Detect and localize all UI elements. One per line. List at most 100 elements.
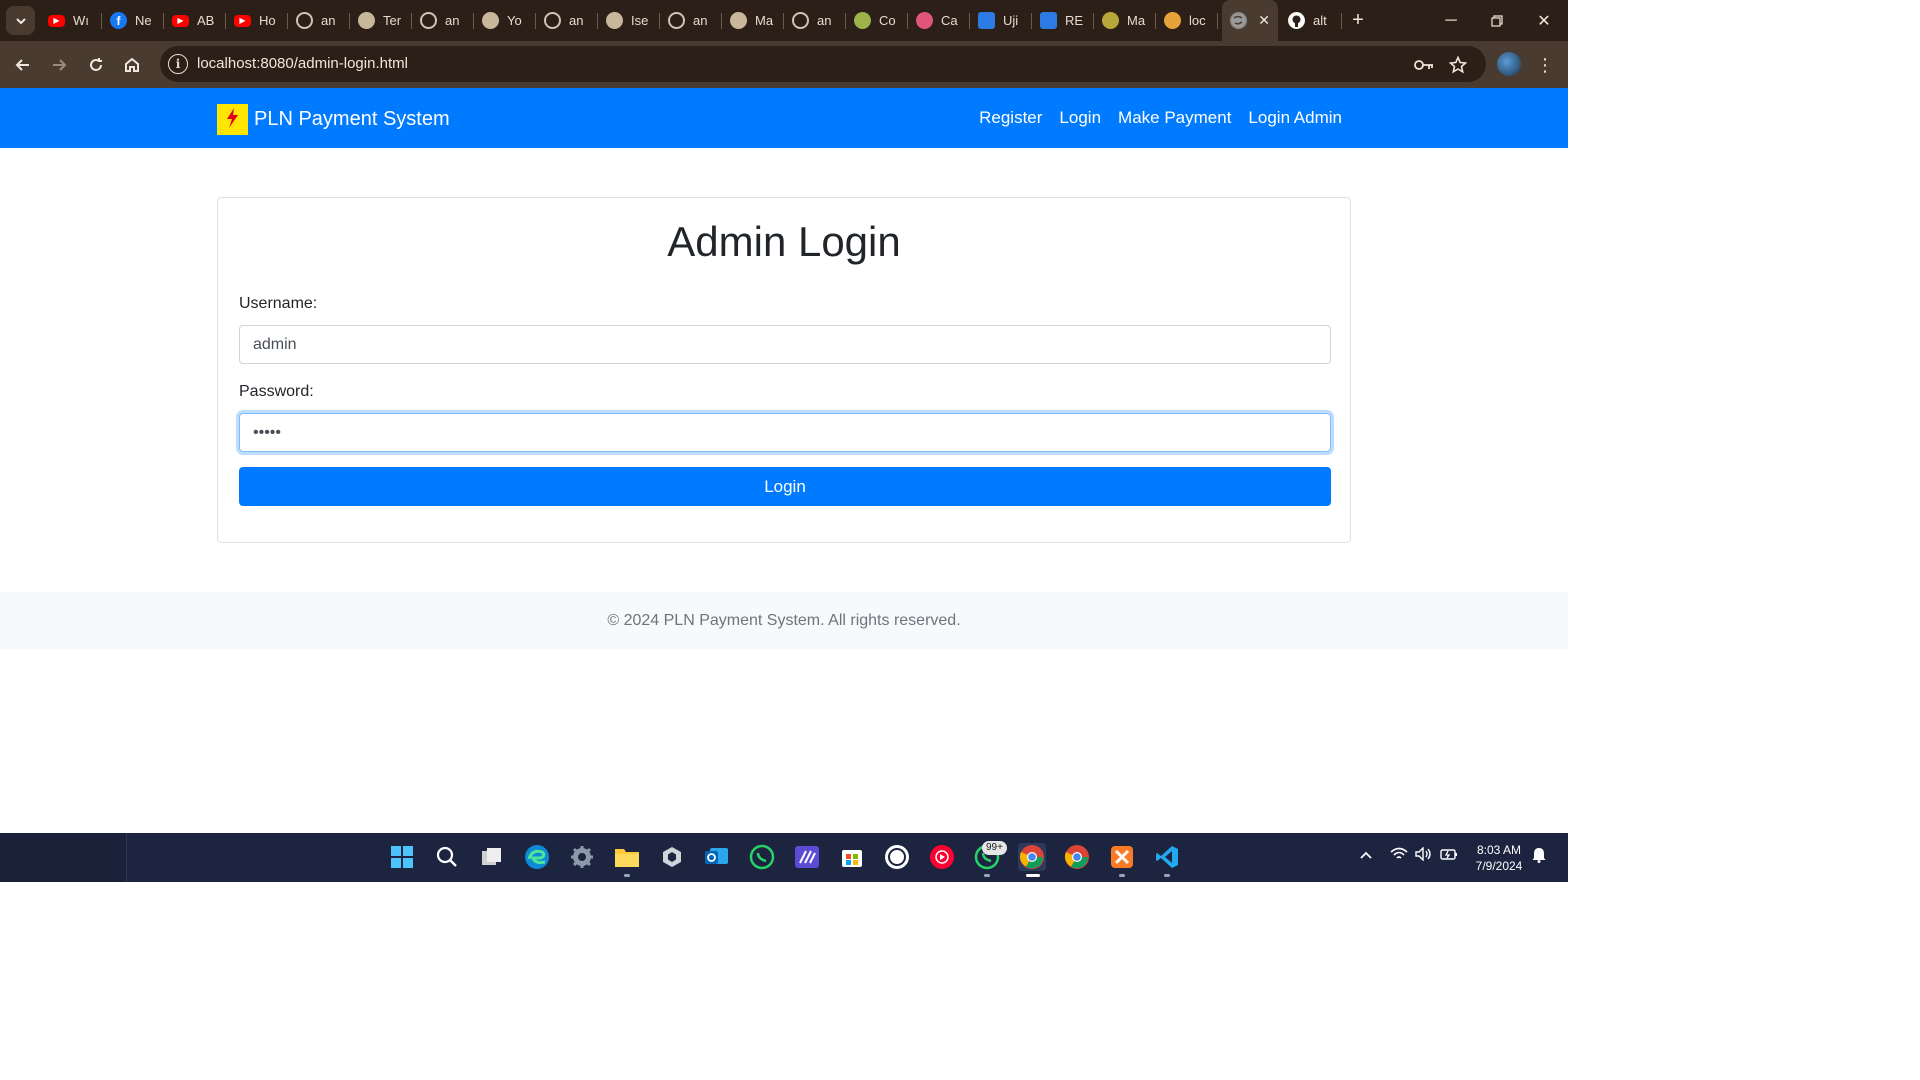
site-icon bbox=[606, 12, 623, 29]
tab-title: RE bbox=[1065, 13, 1084, 28]
copyright-text: © 2024 PLN Payment System. All rights re… bbox=[607, 611, 961, 629]
back-button[interactable] bbox=[9, 51, 37, 79]
search-icon[interactable] bbox=[433, 843, 461, 871]
close-window-button[interactable]: ✕ bbox=[1521, 0, 1567, 41]
globe-icon bbox=[1230, 12, 1247, 29]
notes-app-icon[interactable] bbox=[793, 843, 821, 871]
tab-active[interactable]: ✕ bbox=[1222, 0, 1278, 41]
running-indicator bbox=[984, 874, 990, 877]
windows-taskbar: 8:03 AM 7/9/2024 bbox=[0, 833, 1568, 882]
browser-tab[interactable]: an bbox=[288, 0, 350, 41]
browser-tab[interactable]: loc bbox=[1156, 0, 1218, 41]
browser-tab[interactable]: an bbox=[536, 0, 598, 41]
brand[interactable]: PLN Payment System bbox=[217, 104, 450, 135]
tab-title: Ma bbox=[755, 13, 774, 28]
browser-menu-button[interactable]: ⋮ bbox=[1535, 51, 1555, 79]
nav-login-link[interactable]: Login bbox=[1059, 108, 1101, 128]
microsoft-store-icon[interactable] bbox=[838, 843, 866, 871]
xampp-icon[interactable] bbox=[1108, 843, 1136, 871]
tab-title: Ter bbox=[383, 13, 402, 28]
chrome-icon[interactable] bbox=[1018, 843, 1046, 871]
edge-icon[interactable] bbox=[523, 843, 551, 871]
nav-make-payment-link[interactable]: Make Payment bbox=[1118, 108, 1231, 128]
active-indicator bbox=[1026, 874, 1040, 877]
notification-badge: 99+ bbox=[982, 841, 1007, 855]
browser-tab[interactable]: Co bbox=[846, 0, 908, 41]
info-icon[interactable]: i bbox=[168, 54, 188, 74]
settings-gear-icon[interactable] bbox=[568, 843, 596, 871]
address-bar[interactable]: i localhost:8080/admin-login.html bbox=[160, 46, 1486, 82]
browser-tab[interactable]: an bbox=[660, 0, 722, 41]
close-tab-icon[interactable]: ✕ bbox=[1258, 12, 1270, 29]
globe-icon bbox=[792, 12, 809, 29]
chrome-profile-icon[interactable] bbox=[1063, 843, 1091, 871]
browser-tab[interactable]: Ma bbox=[1094, 0, 1156, 41]
clock-date: 7/9/2024 bbox=[1475, 859, 1523, 873]
youtube-music-icon[interactable] bbox=[928, 843, 956, 871]
nav-login-admin-link[interactable]: Login Admin bbox=[1248, 108, 1342, 128]
browser-tab[interactable]: an bbox=[412, 0, 474, 41]
forward-button[interactable] bbox=[45, 51, 73, 79]
pln-logo bbox=[217, 104, 248, 135]
notification-bell-icon[interactable] bbox=[1532, 847, 1546, 866]
site-navbar: PLN Payment System Register Login Make P… bbox=[0, 88, 1568, 148]
unity-icon[interactable] bbox=[658, 843, 686, 871]
outlook-new-icon[interactable] bbox=[703, 843, 731, 871]
browser-tab[interactable]: Uji bbox=[970, 0, 1032, 41]
home-button[interactable] bbox=[118, 51, 146, 79]
url-text[interactable]: localhost:8080/admin-login.html bbox=[197, 55, 408, 72]
site-footer: © 2024 PLN Payment System. All rights re… bbox=[0, 592, 1568, 649]
new-tab-button[interactable]: + bbox=[1346, 8, 1370, 32]
globe-icon bbox=[420, 12, 437, 29]
windows-start-icon[interactable] bbox=[388, 843, 416, 871]
restore-button[interactable] bbox=[1474, 0, 1520, 41]
browser-tab[interactable]: Ma bbox=[722, 0, 784, 41]
whatsapp-web-icon[interactable] bbox=[883, 843, 911, 871]
profile-avatar[interactable] bbox=[1497, 52, 1521, 76]
tab-list: ▶ Wı f Ne ▶ AB ▶ Ho an Ter an Yo an Ise an Ma an Co Ca Uji R… bbox=[40, 0, 1218, 41]
browser-tab[interactable]: Yo bbox=[474, 0, 536, 41]
chevron-up-icon[interactable] bbox=[1359, 847, 1373, 863]
system-clock[interactable]: 8:03 AM 7/9/2024 bbox=[1466, 842, 1532, 874]
password-field[interactable] bbox=[239, 413, 1331, 452]
browser-tab[interactable]: Ca bbox=[908, 0, 970, 41]
youtube-icon: ▶ bbox=[234, 14, 251, 27]
username-field[interactable] bbox=[239, 325, 1331, 364]
browser-tab[interactable]: f Ne bbox=[102, 0, 164, 41]
volume-icon[interactable] bbox=[1415, 846, 1433, 864]
site-icon bbox=[358, 12, 375, 29]
browser-tab[interactable]: ▶ Wı bbox=[40, 0, 102, 41]
file-explorer-icon[interactable] bbox=[613, 843, 641, 871]
battery-icon[interactable] bbox=[1440, 847, 1458, 864]
browser-tab[interactable]: an bbox=[784, 0, 846, 41]
running-indicator bbox=[624, 874, 630, 877]
tab-title: Ho bbox=[259, 13, 276, 28]
browser-tab[interactable]: Ter bbox=[350, 0, 412, 41]
login-button[interactable]: Login bbox=[239, 467, 1331, 506]
youtube-icon: ▶ bbox=[48, 14, 65, 27]
running-indicator bbox=[1164, 874, 1170, 877]
key-icon[interactable] bbox=[1414, 55, 1434, 75]
browser-tab[interactable]: ▶ AB bbox=[164, 0, 226, 41]
tab-search-button[interactable] bbox=[6, 6, 35, 35]
browser-tab[interactable]: ▶ Ho bbox=[226, 0, 288, 41]
home-icon bbox=[125, 57, 139, 72]
facebook-icon: f bbox=[110, 12, 127, 29]
whatsapp-icon[interactable] bbox=[748, 843, 776, 871]
nav-register-link[interactable]: Register bbox=[979, 108, 1042, 128]
username-label: Username: bbox=[239, 295, 318, 312]
wifi-icon[interactable] bbox=[1390, 847, 1408, 864]
tab-github[interactable]: alt bbox=[1280, 0, 1342, 41]
tab-title: an bbox=[569, 13, 584, 28]
tab-title: an bbox=[321, 13, 336, 28]
minimize-button[interactable]: ─ bbox=[1428, 0, 1474, 41]
vscode-icon[interactable] bbox=[1153, 843, 1181, 871]
nav-links: Register Login Make Payment Login Admin bbox=[979, 108, 1342, 128]
reload-button[interactable] bbox=[82, 51, 110, 79]
globe-icon bbox=[668, 12, 685, 29]
bookmark-star-icon[interactable] bbox=[1448, 55, 1468, 75]
reload-icon bbox=[90, 58, 102, 71]
browser-tab[interactable]: RE bbox=[1032, 0, 1094, 41]
task-view-icon[interactable] bbox=[478, 843, 506, 871]
browser-tab[interactable]: Ise bbox=[598, 0, 660, 41]
